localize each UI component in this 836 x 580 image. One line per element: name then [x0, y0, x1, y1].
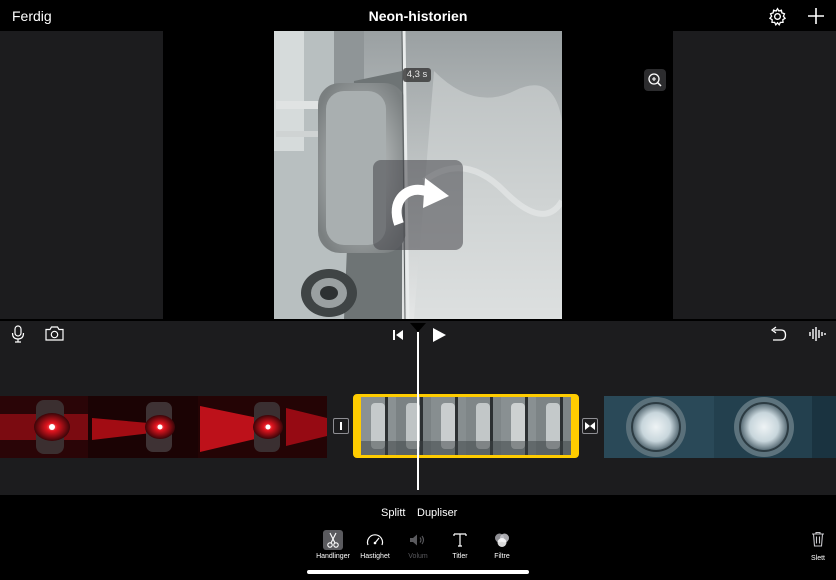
clip-duration-badge: 4,3 s — [403, 68, 431, 82]
tool-filters[interactable]: Filtre — [480, 530, 524, 562]
timeline-clip-selected[interactable] — [353, 394, 579, 458]
rotate-clockwise-icon[interactable] — [373, 160, 463, 250]
timeline-divider — [0, 319, 836, 321]
title-t-icon — [450, 530, 470, 550]
tool-speed[interactable]: Hastighet — [353, 530, 397, 562]
zoom-in-icon[interactable] — [644, 69, 666, 91]
delete-label: Slett — [810, 555, 825, 562]
tool-actions[interactable]: Handlinger — [311, 530, 355, 562]
tool-label: Handlinger — [316, 553, 350, 560]
microphone-icon[interactable] — [11, 325, 25, 348]
transition-none-icon[interactable] — [333, 418, 349, 434]
delete-button[interactable]: Slett — [807, 531, 829, 563]
scissors-icon — [323, 530, 343, 550]
trash-icon — [811, 531, 825, 551]
duplicate-button[interactable]: Dupliser — [417, 507, 457, 519]
skip-to-start-icon[interactable] — [392, 328, 404, 346]
tool-label: Titler — [452, 553, 468, 560]
camera-icon[interactable] — [45, 326, 64, 346]
tool-volume[interactable]: Volum — [396, 530, 440, 562]
speaker-icon — [408, 530, 428, 550]
filters-icon — [492, 530, 512, 550]
audio-waveform-icon[interactable] — [808, 326, 826, 347]
playhead[interactable] — [417, 332, 419, 490]
speedometer-icon — [365, 530, 385, 550]
home-indicator — [307, 570, 529, 574]
transition-cross-dissolve-icon[interactable] — [582, 418, 598, 434]
plus-icon[interactable] — [806, 6, 826, 26]
video-viewer: 4,3 s — [0, 31, 836, 319]
viewer-side-panel-right — [673, 31, 836, 319]
viewer-side-panel-left — [0, 31, 163, 319]
tool-label: Hastighet — [360, 553, 390, 560]
tool-titles[interactable]: Titler — [438, 530, 482, 562]
playhead-cap — [410, 323, 426, 332]
project-title: Neon-historien — [368, 8, 468, 24]
timeline-clip-chamber[interactable] — [604, 396, 836, 458]
top-bar: Ferdig Neon-historien — [0, 0, 836, 31]
gear-icon[interactable] — [768, 7, 787, 26]
split-button[interactable]: Splitt — [381, 507, 405, 519]
timeline-clip-neon[interactable] — [0, 396, 327, 458]
tool-label: Volum — [408, 553, 428, 560]
play-icon[interactable] — [432, 327, 447, 348]
done-button[interactable]: Ferdig — [12, 8, 52, 24]
undo-icon[interactable] — [769, 326, 787, 346]
tool-label: Filtre — [494, 553, 510, 560]
